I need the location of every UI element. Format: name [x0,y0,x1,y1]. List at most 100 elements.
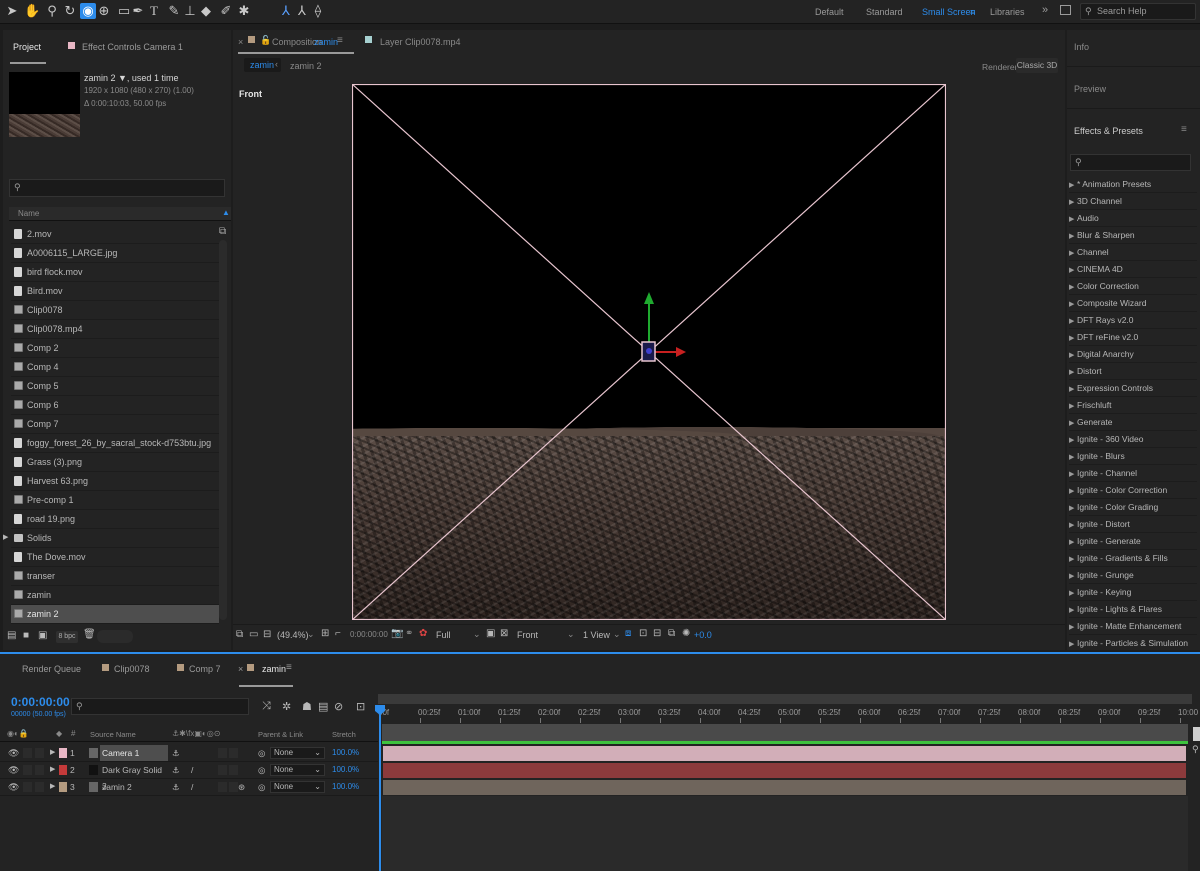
project-file-item[interactable]: zamin 2 [11,605,219,624]
type-icon[interactable]: T [146,3,162,19]
expand-triangle-icon[interactable]: ▶ [1069,195,1077,209]
trash-icon[interactable]: 🗑 [83,629,96,640]
project-file-item[interactable]: Comp 5 [11,377,219,396]
number-column-icon[interactable]: # [71,729,75,738]
project-file-item[interactable]: Comp 2 [11,339,219,358]
axis-local-icon[interactable]: ⅄ [278,3,294,19]
region-icon[interactable]: ⌐ [335,628,341,639]
clone-stamp-icon[interactable]: ⊥ [182,3,198,19]
timeline-tab[interactable]: Comp 7 [189,664,221,674]
expand-triangle-icon[interactable]: ▶ [1069,620,1077,634]
workspace-small-screen[interactable]: Small Screen [922,7,976,17]
effect-category-item[interactable]: ▶ Ignite - Particles & Simulation [1069,635,1197,652]
expand-triangle-icon[interactable]: ▶ [1069,450,1077,464]
project-horizontal-scroll[interactable] [97,630,133,643]
effect-category-item[interactable]: ▶ Composite Wizard [1069,295,1197,312]
snapshot-icon[interactable]: 📷 [391,628,403,639]
project-file-item[interactable]: 2.mov [11,225,219,244]
switch-box[interactable] [229,765,238,775]
effect-category-item[interactable]: ▶ Ignite - Blurs [1069,448,1197,465]
project-file-item[interactable]: Pre-comp 1 [11,491,219,510]
project-file-item[interactable]: foggy_forest_26_by_sacral_stock-d753btu.… [11,434,219,453]
collapse-transform-icon[interactable]: ⚓ [172,779,180,795]
zoom-value[interactable]: (49.4%) [277,630,309,640]
expand-triangle-icon[interactable]: ▶ [1069,586,1077,600]
project-file-item[interactable]: Clip0078 [11,301,219,320]
pickwhip-icon[interactable]: ◎ [258,779,265,795]
flowchart-icon[interactable]: ⧉ [668,628,675,639]
project-file-item[interactable]: road 19.png [11,510,219,529]
expand-triangle-icon[interactable]: ▶ [1069,603,1077,617]
pixel-aspect-icon[interactable]: ⧈ [625,628,631,639]
expand-triangle-icon[interactable]: ▶ [1069,637,1077,651]
graph-editor-icon[interactable]: ⊡ [356,700,365,713]
3d-layer-icon[interactable]: ⊛ [238,779,245,795]
effect-category-item[interactable]: ▶ Digital Anarchy [1069,346,1197,363]
effects-search-input[interactable]: ⚲ [1070,154,1191,171]
parent-select[interactable]: None ⌄ [270,747,325,759]
effect-category-item[interactable]: ▶ Distort [1069,363,1197,380]
workspace-libraries[interactable]: Libraries [990,7,1025,17]
solo-toggle[interactable] [35,748,44,758]
effect-category-item[interactable]: ▶ Audio [1069,210,1197,227]
layer-duration-bar[interactable] [383,746,1186,761]
pan-behind-icon[interactable]: ⊕ [96,3,112,19]
stretch-value[interactable]: 100.0% [332,762,359,778]
lock-icon[interactable]: 🔓 [260,35,271,46]
quality-icon[interactable]: / [191,762,193,778]
effect-category-item[interactable]: ▶ Expression Controls [1069,380,1197,397]
label-column-icon[interactable]: ◆ [56,729,62,738]
info-panel-title[interactable]: Info [1074,42,1089,52]
effect-category-item[interactable]: ▶ Ignite - Color Grading [1069,499,1197,516]
collapse-transform-icon[interactable]: ⚓ [172,762,180,778]
project-search-input[interactable]: ⚲ [9,179,225,197]
collapse-transform-icon[interactable]: ⚓ [172,745,180,761]
effect-category-item[interactable]: ▶ Ignite - Grunge [1069,567,1197,584]
expand-triangle-icon[interactable]: ▶ [1069,467,1077,481]
draft-3d-icon[interactable]: ✲ [282,700,291,713]
expand-triangle-icon[interactable]: ▶ [50,779,55,795]
panel-menu-icon[interactable]: ≡ [1181,124,1187,135]
close-tab-icon[interactable]: × [238,664,243,674]
expand-triangle-icon[interactable]: ▶ [1069,297,1077,311]
layer-source-name[interactable]: Camera 1 [100,745,168,761]
rotate-icon[interactable]: ↻ [62,3,78,19]
expand-triangle-icon[interactable]: ▶ [3,529,8,547]
expand-triangle-icon[interactable]: ▶ [50,745,55,761]
pickwhip-icon[interactable]: ◎ [258,745,265,761]
project-scrollbar[interactable] [219,240,227,620]
layer-source-name[interactable]: Dark Gray Solid 3 [100,762,168,791]
project-file-item[interactable]: Comp 4 [11,358,219,377]
flowchart-icon[interactable]: ⧉ [219,226,226,237]
layer-duration-bar[interactable] [383,763,1186,778]
layer-duration-bar[interactable] [383,780,1186,795]
expand-triangle-icon[interactable]: ▶ [1069,484,1077,498]
playhead-line[interactable] [379,706,381,871]
av-features-icon[interactable]: ◉◐🔒 [7,729,29,738]
expand-triangle-icon[interactable]: ▶ [1069,331,1077,345]
comp-mini-flowchart-icon[interactable]: ⤨ [262,700,271,713]
effect-category-item[interactable]: ▶ Color Correction [1069,278,1197,295]
tab-effect-controls[interactable]: Effect Controls Camera 1 [82,42,183,52]
switch-box[interactable] [218,765,227,775]
effect-category-item[interactable]: ▶ Ignite - Generate [1069,533,1197,550]
expand-triangle-icon[interactable]: ▶ [1069,433,1077,447]
visibility-eye-icon[interactable]: 👁 [8,745,19,761]
project-file-item[interactable]: Grass (3).png [11,453,219,472]
effect-category-item[interactable]: ▶ Ignite - Lights & Flares [1069,601,1197,618]
effect-category-item[interactable]: ▶ * Animation Presets [1069,176,1197,193]
effect-category-item[interactable]: ▶ Ignite - Color Correction [1069,482,1197,499]
tab-layer[interactable]: Layer Clip0078.mp4 [380,37,461,47]
effect-category-item[interactable]: ▶ DFT reFine v2.0 [1069,329,1197,346]
expand-triangle-icon[interactable]: ▶ [1069,348,1077,362]
layer-row[interactable]: 👁 ▶ 3 zamin 2 ⚓ / ⊛ ◎ None ⌄ 100.0% [0,779,378,796]
close-tab-icon[interactable]: × [238,37,243,47]
breadcrumb-next[interactable]: zamin 2 [290,61,322,71]
project-file-item[interactable]: zamin [11,586,219,605]
grid-icon[interactable]: ⊞ [321,628,329,639]
expand-triangle-icon[interactable]: ▶ [1069,501,1077,515]
new-folder-icon[interactable]: ■ [23,630,29,641]
transparency-grid-icon[interactable]: ⊠ [500,628,508,639]
effect-category-item[interactable]: ▶ Ignite - Matte Enhancement [1069,618,1197,635]
sort-ascending-icon[interactable]: ▲ [222,208,230,217]
